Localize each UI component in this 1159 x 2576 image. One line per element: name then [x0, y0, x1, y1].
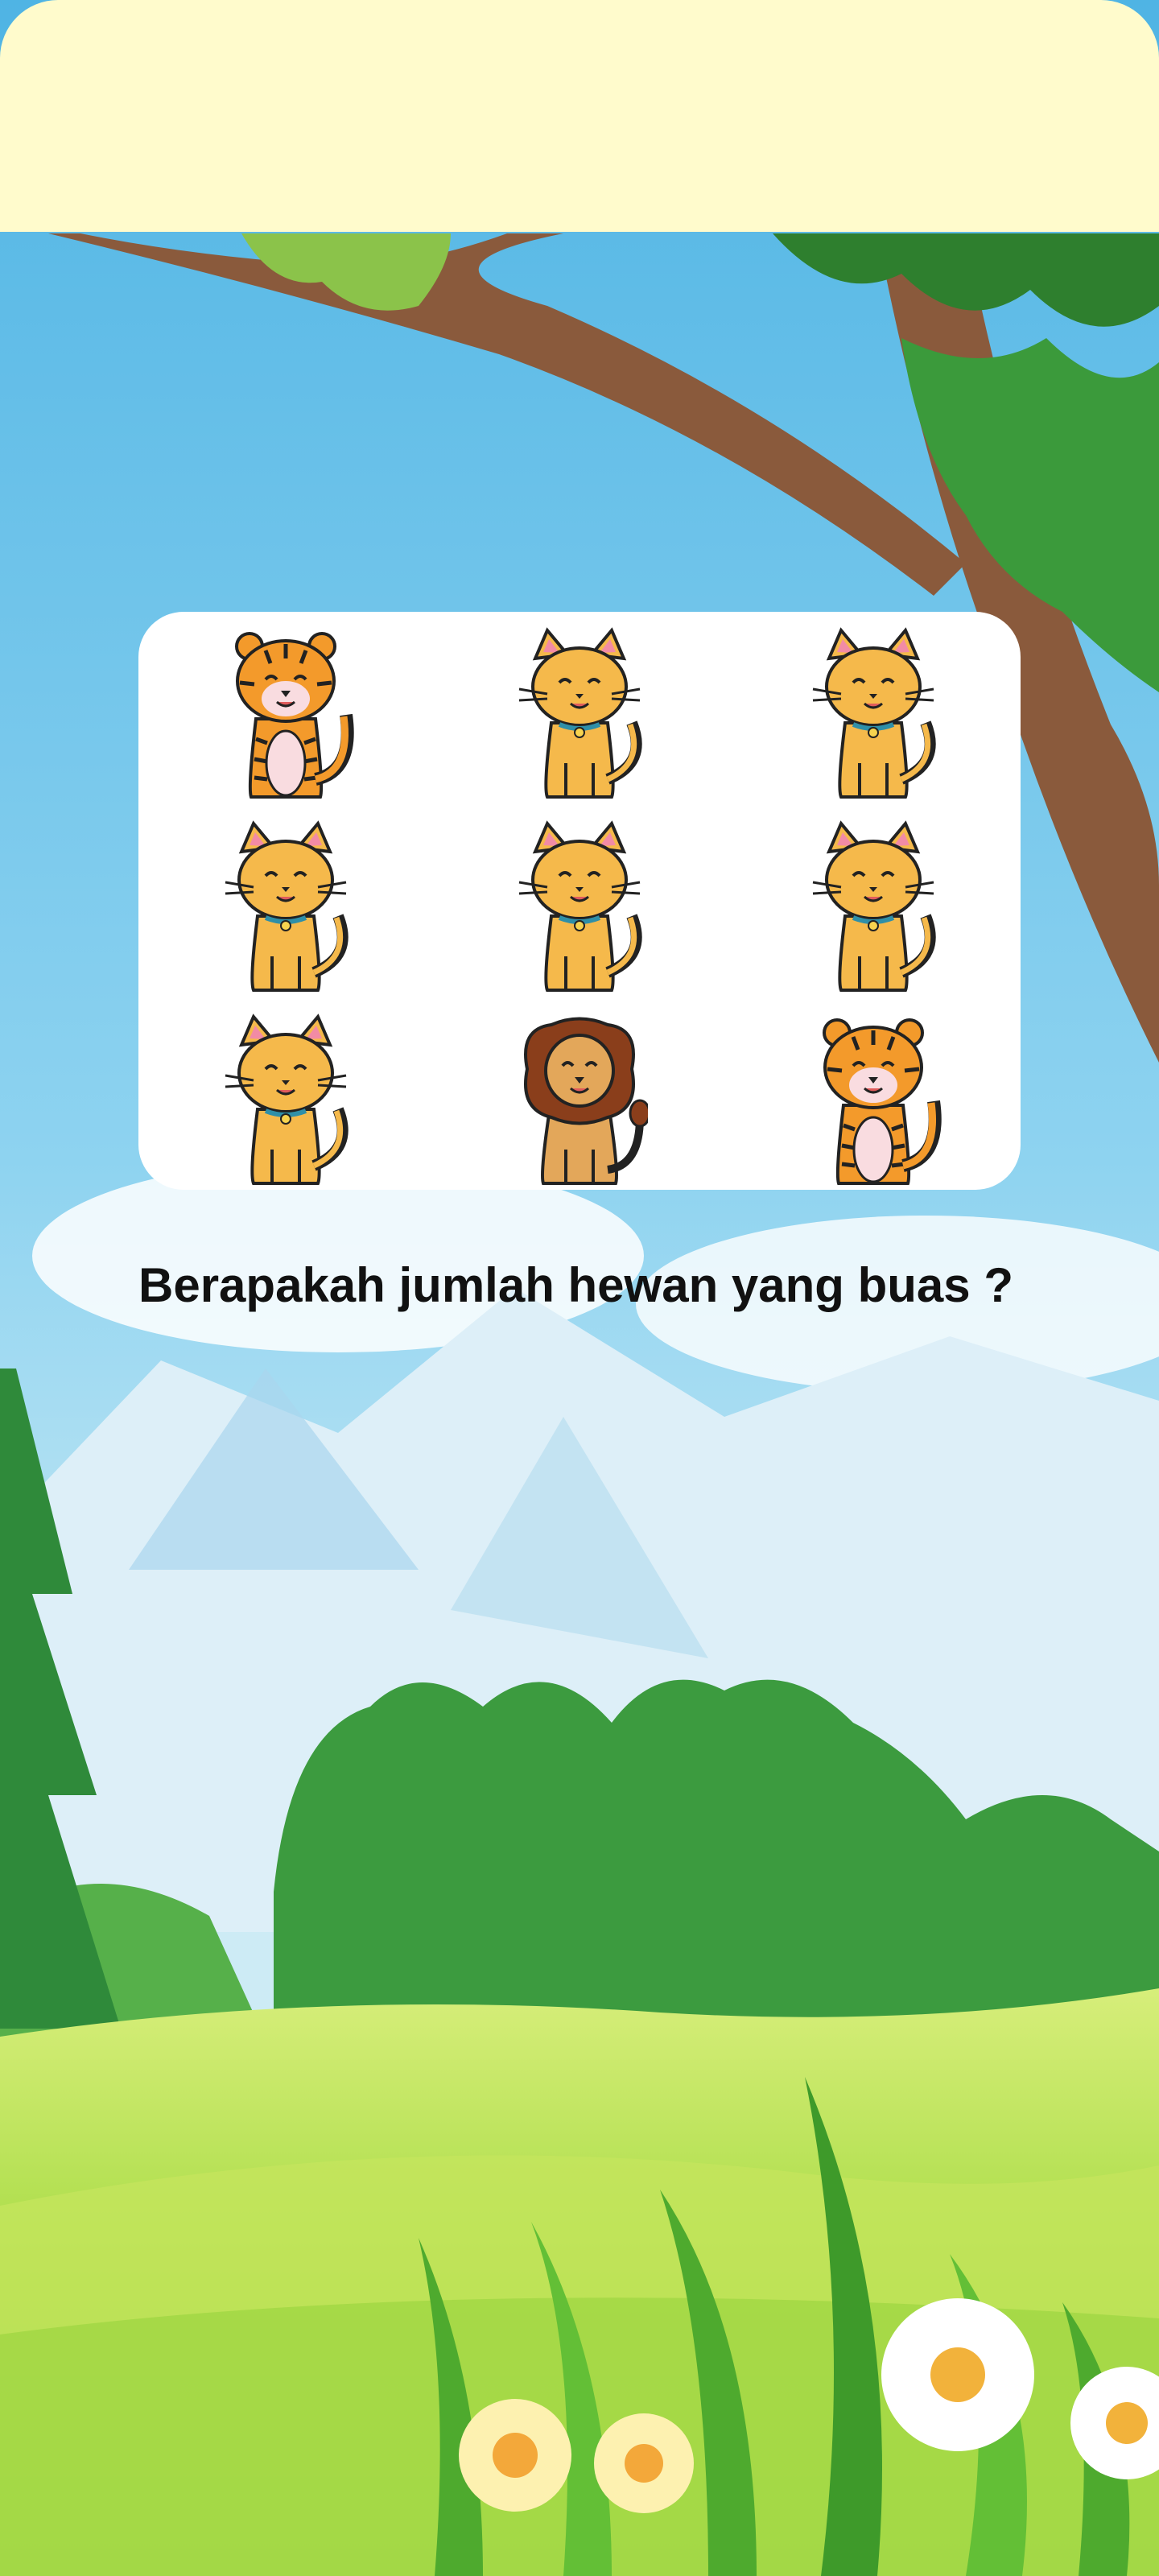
- daisy-flower: [881, 2298, 1034, 2451]
- tiger-icon: [805, 1013, 942, 1190]
- cat-icon: [511, 626, 648, 803]
- cat-icon: [805, 819, 942, 997]
- cat-icon: [217, 819, 354, 997]
- cat-icon: [511, 819, 648, 997]
- cat-icon: [805, 626, 942, 803]
- question-text: Berapakah jumlah hewan yang buas ?: [138, 1258, 1013, 1312]
- lion-icon: [511, 1013, 648, 1190]
- cat-icon: [217, 1013, 354, 1190]
- daisy-flower: [459, 2399, 571, 2512]
- animal-grid-card: [138, 612, 1021, 1190]
- tiger-icon: [217, 626, 354, 803]
- top-bar: [0, 0, 1159, 232]
- daisy-flower: [594, 2413, 694, 2513]
